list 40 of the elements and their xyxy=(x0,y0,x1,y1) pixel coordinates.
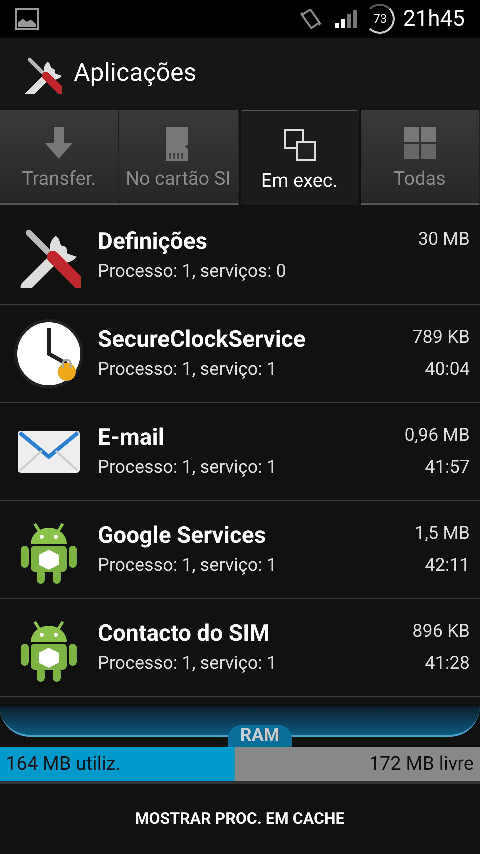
tab[interactable]: Em exec. xyxy=(240,110,359,205)
run-time: 42:11 xyxy=(425,556,470,574)
memory-size: 1,5 MB xyxy=(414,524,470,542)
show-cached-button[interactable]: MOSTRAR PROC. EM CACHE xyxy=(125,801,355,837)
run-time: 40:04 xyxy=(425,360,470,378)
process-detail: Processo: 1, serviço: 1 xyxy=(98,361,278,379)
tab[interactable]: Todas xyxy=(360,110,480,205)
app-name: Contacto do SIM xyxy=(98,622,271,645)
process-detail: Processo: 1, serviço: 1 xyxy=(98,557,278,575)
image-icon xyxy=(15,8,39,30)
app-name: Definições xyxy=(98,230,209,253)
process-detail: Processo: 1, serviço: 1 xyxy=(98,655,278,673)
ram-used: 164 MB utiliz. xyxy=(6,750,121,777)
ram-label: RAM xyxy=(228,725,292,747)
tab[interactable]: No cartão SI xyxy=(119,110,238,205)
app-name: SecureClockService xyxy=(98,328,307,351)
process-detail: Processo: 1, serviço: 1 xyxy=(98,459,278,477)
tab[interactable]: Transfer. xyxy=(0,110,120,205)
process-row[interactable]: E-mail Processo: 1, serviço: 1 0,96 MB 41:57 xyxy=(0,403,480,501)
clock-time: 21h45 xyxy=(403,6,465,34)
memory-size: 0,96 MB xyxy=(404,426,470,444)
process-row[interactable]: Contacto do SIM Processo: 1, serviço: 1 896 KB 41:28 xyxy=(0,599,480,697)
process-row[interactable]: Definições Processo: 1, serviços: 0 30 MB xyxy=(0,207,480,305)
clock-icon xyxy=(13,318,85,390)
app-name: Google Services xyxy=(98,524,268,547)
run-time: 41:28 xyxy=(425,654,470,672)
vibrate-icon xyxy=(299,7,324,31)
process-detail: Processo: 1, serviços: 0 xyxy=(98,263,288,281)
process-row[interactable]: Google Services Processo: 1, serviço: 1 1,5 MB 42:11 xyxy=(0,501,480,599)
run-time: 41:57 xyxy=(425,458,470,476)
windows-icon xyxy=(282,126,318,162)
screen-title: Aplicações xyxy=(74,58,197,90)
signal-icon xyxy=(333,9,358,29)
ram-free: 172 MB livre xyxy=(369,750,474,777)
grid-icon xyxy=(402,125,438,161)
memory-size: 789 KB xyxy=(412,328,470,346)
process-row[interactable]: SecureClockService Processo: 1, serviço: 1 789 KB 40:04 xyxy=(0,305,480,403)
memory-size: 30 MB xyxy=(418,230,470,248)
memory-size: 896 KB xyxy=(412,622,470,640)
app-name: E-mail xyxy=(98,426,166,449)
